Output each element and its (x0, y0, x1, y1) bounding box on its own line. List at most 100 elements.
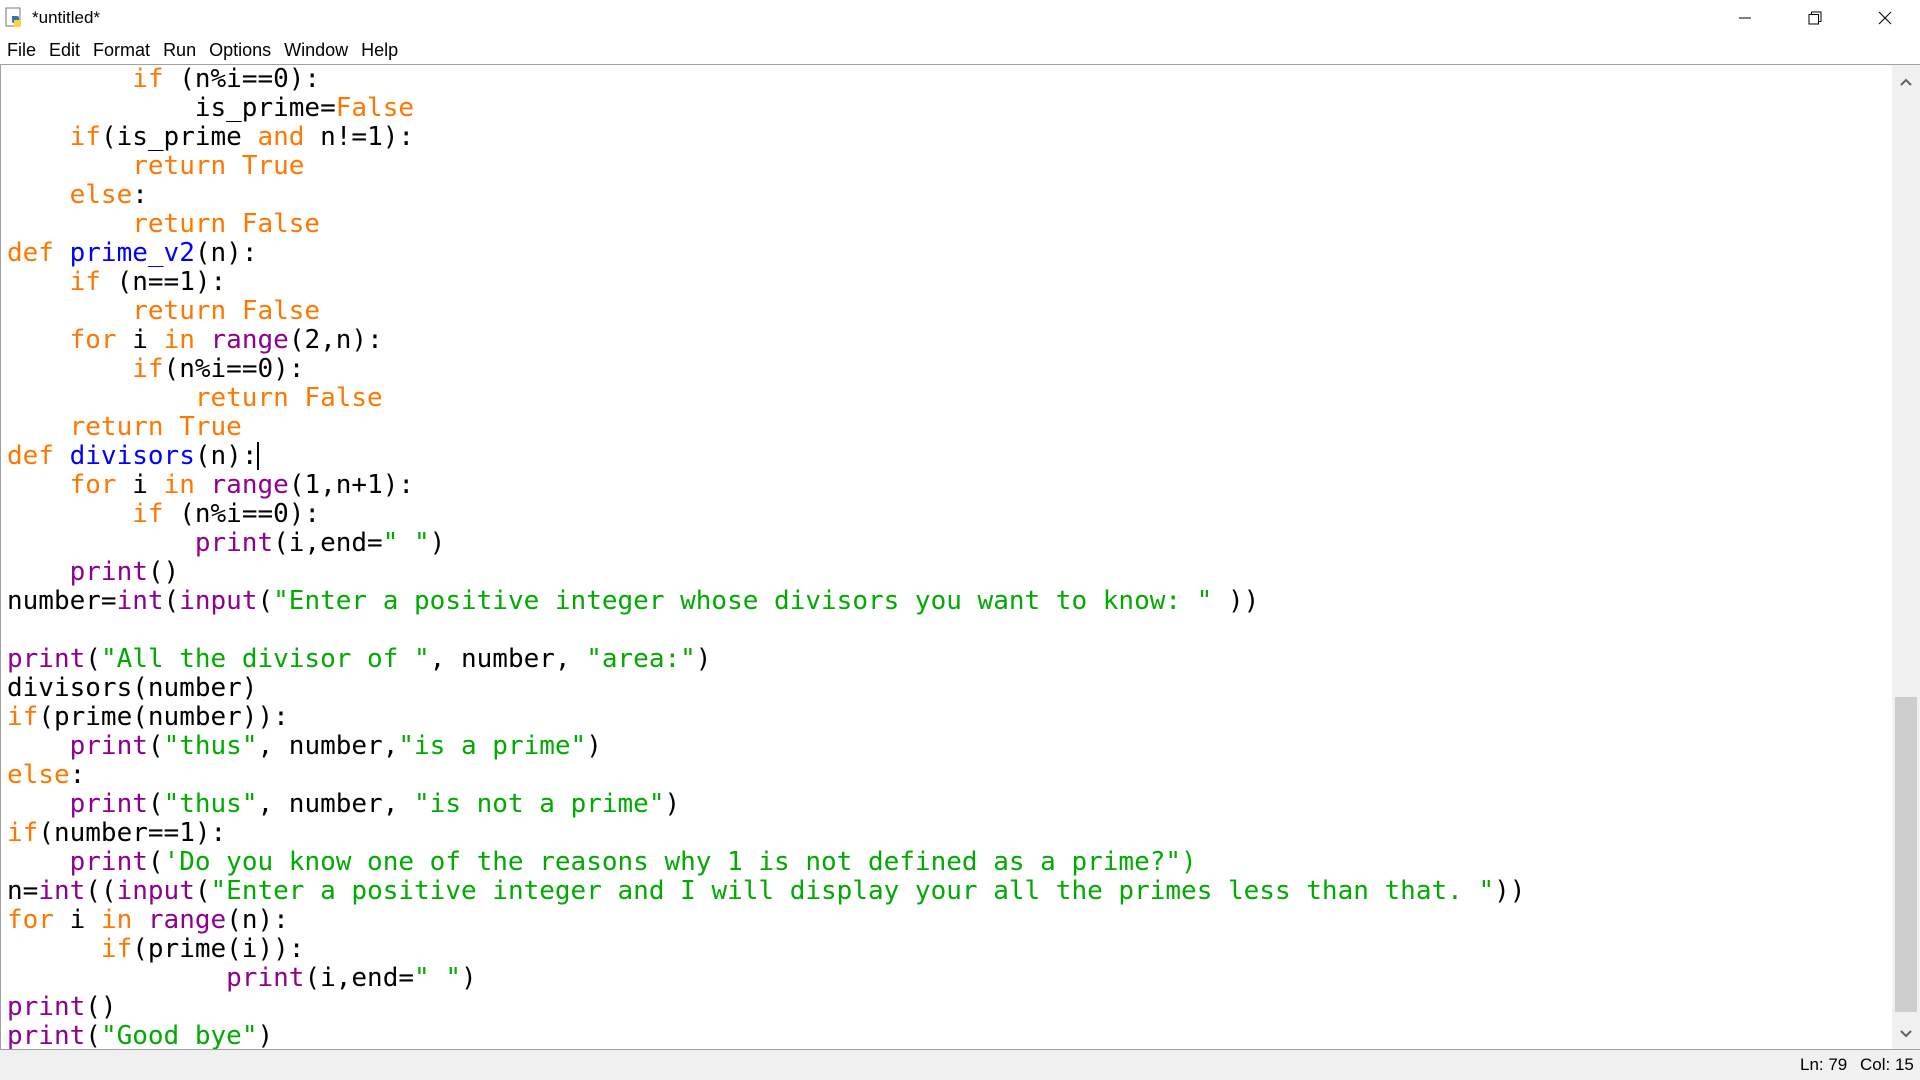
code-line[interactable]: return False (7, 210, 1525, 239)
code-token: int (38, 876, 86, 906)
code-token: and (257, 122, 305, 152)
code-line[interactable]: else: (7, 761, 1525, 790)
vertical-scrollbar[interactable] (1892, 64, 1920, 1050)
code-token: print (69, 557, 148, 587)
code-line[interactable]: return False (7, 297, 1525, 326)
code-token: range (210, 325, 289, 355)
code-token: divisors (69, 441, 195, 471)
code-token: )) (1212, 586, 1260, 616)
code-line[interactable]: return True (7, 413, 1525, 442)
code-editor[interactable]: if (n%i==0): is_prime=False if(is_prime … (0, 64, 1892, 1050)
code-token: ( (147, 847, 164, 877)
code-line[interactable]: print(i,end=" ") (7, 964, 1525, 993)
code-line[interactable]: print("Good bye") (7, 1022, 1525, 1050)
code-token: if (100, 934, 133, 964)
code-line[interactable]: n=int((input("Enter a positive integer a… (7, 877, 1525, 906)
code-line[interactable]: if (n==1): (7, 268, 1525, 297)
scroll-down-button[interactable] (1892, 1019, 1920, 1047)
scroll-thumb[interactable] (1895, 696, 1917, 1012)
code-line[interactable]: if(prime(i)): (7, 935, 1525, 964)
code-line[interactable]: print() (7, 558, 1525, 587)
code-token: return (132, 209, 227, 239)
code-line[interactable]: if(number==1): (7, 819, 1525, 848)
code-token: : (132, 180, 148, 210)
code-line[interactable]: print('Do you know one of the reasons wh… (7, 848, 1525, 877)
menu-file[interactable]: File (0, 37, 42, 63)
code-text[interactable]: if (n%i==0): is_prime=False if(is_prime … (7, 65, 1525, 1050)
code-token: ) (257, 1021, 274, 1050)
code-line[interactable] (7, 616, 1525, 645)
menu-format[interactable]: Format (86, 37, 156, 63)
title-bar[interactable]: *untitled* (0, 0, 1920, 36)
code-token: def (7, 441, 54, 471)
code-token: "area:" (586, 644, 696, 674)
code-line[interactable]: else: (7, 181, 1525, 210)
code-token: if (7, 702, 39, 732)
code-line[interactable]: if(n%i==0): (7, 355, 1525, 384)
maximize-button[interactable] (1780, 0, 1850, 36)
code-line[interactable]: number=int(input("Enter a positive integ… (7, 587, 1525, 616)
code-line[interactable]: if (n%i==0): (7, 65, 1525, 94)
menu-help[interactable]: Help (354, 37, 404, 63)
idle-editor-window: *untitled* File Edit Format Run Options … (0, 0, 1920, 1080)
menu-edit[interactable]: Edit (42, 37, 86, 63)
status-bar: Ln: 79 Col: 15 (0, 1050, 1920, 1080)
code-token: )) (1494, 876, 1526, 906)
minimize-button[interactable] (1710, 0, 1780, 36)
menu-window[interactable]: Window (277, 37, 354, 63)
text-caret (257, 442, 260, 470)
close-button[interactable] (1850, 0, 1920, 36)
code-line[interactable]: def divisors(n): (7, 442, 1525, 471)
code-line[interactable]: print("thus", number, "is not a prime") (7, 790, 1525, 819)
code-token: ) (664, 789, 681, 819)
code-token: print (69, 731, 148, 761)
python-idle-icon (4, 7, 26, 29)
code-token: "Enter a positive integer and I will dis… (210, 876, 1495, 906)
code-token: ) (460, 963, 477, 993)
code-token: in (163, 325, 195, 355)
code-line[interactable]: return False (7, 384, 1525, 413)
code-token: if (69, 122, 101, 152)
menu-options[interactable]: Options (202, 37, 277, 63)
code-line[interactable]: print("thus", number,"is a prime") (7, 732, 1525, 761)
code-line[interactable]: print("All the divisor of ", number, "ar… (7, 645, 1525, 674)
code-token: "thus" (163, 731, 258, 761)
code-token: False (304, 383, 383, 413)
code-token: "is not a prime" (414, 789, 665, 819)
code-token: i (53, 905, 101, 935)
code-line[interactable]: for i in range(2,n): (7, 326, 1525, 355)
code-line[interactable]: divisors(number) (7, 674, 1525, 703)
code-line[interactable]: for i in range(1,n+1): (7, 471, 1525, 500)
code-token: (( (85, 876, 117, 906)
code-line[interactable]: if(is_prime and n!=1): (7, 123, 1525, 152)
code-line[interactable]: if(prime(number)): (7, 703, 1525, 732)
code-line[interactable]: if (n%i==0): (7, 500, 1525, 529)
code-line[interactable]: print() (7, 993, 1525, 1022)
code-line[interactable]: def prime_v2(n): (7, 239, 1525, 268)
code-token: if (7, 818, 39, 848)
code-token: False (335, 93, 415, 123)
menu-run[interactable]: Run (156, 37, 202, 63)
code-token: else (69, 180, 133, 210)
code-line[interactable]: return True (7, 152, 1525, 181)
code-token: in (100, 905, 133, 935)
scroll-up-button[interactable] (1892, 67, 1920, 95)
code-line[interactable]: is_prime=False (7, 94, 1525, 123)
code-token: ) (429, 528, 446, 558)
code-token: "Enter a positive integer whose divisors… (273, 586, 1213, 616)
code-line[interactable]: print(i,end=" ") (7, 529, 1525, 558)
code-token: for (69, 470, 117, 500)
code-line[interactable]: for i in range(n): (7, 906, 1525, 935)
